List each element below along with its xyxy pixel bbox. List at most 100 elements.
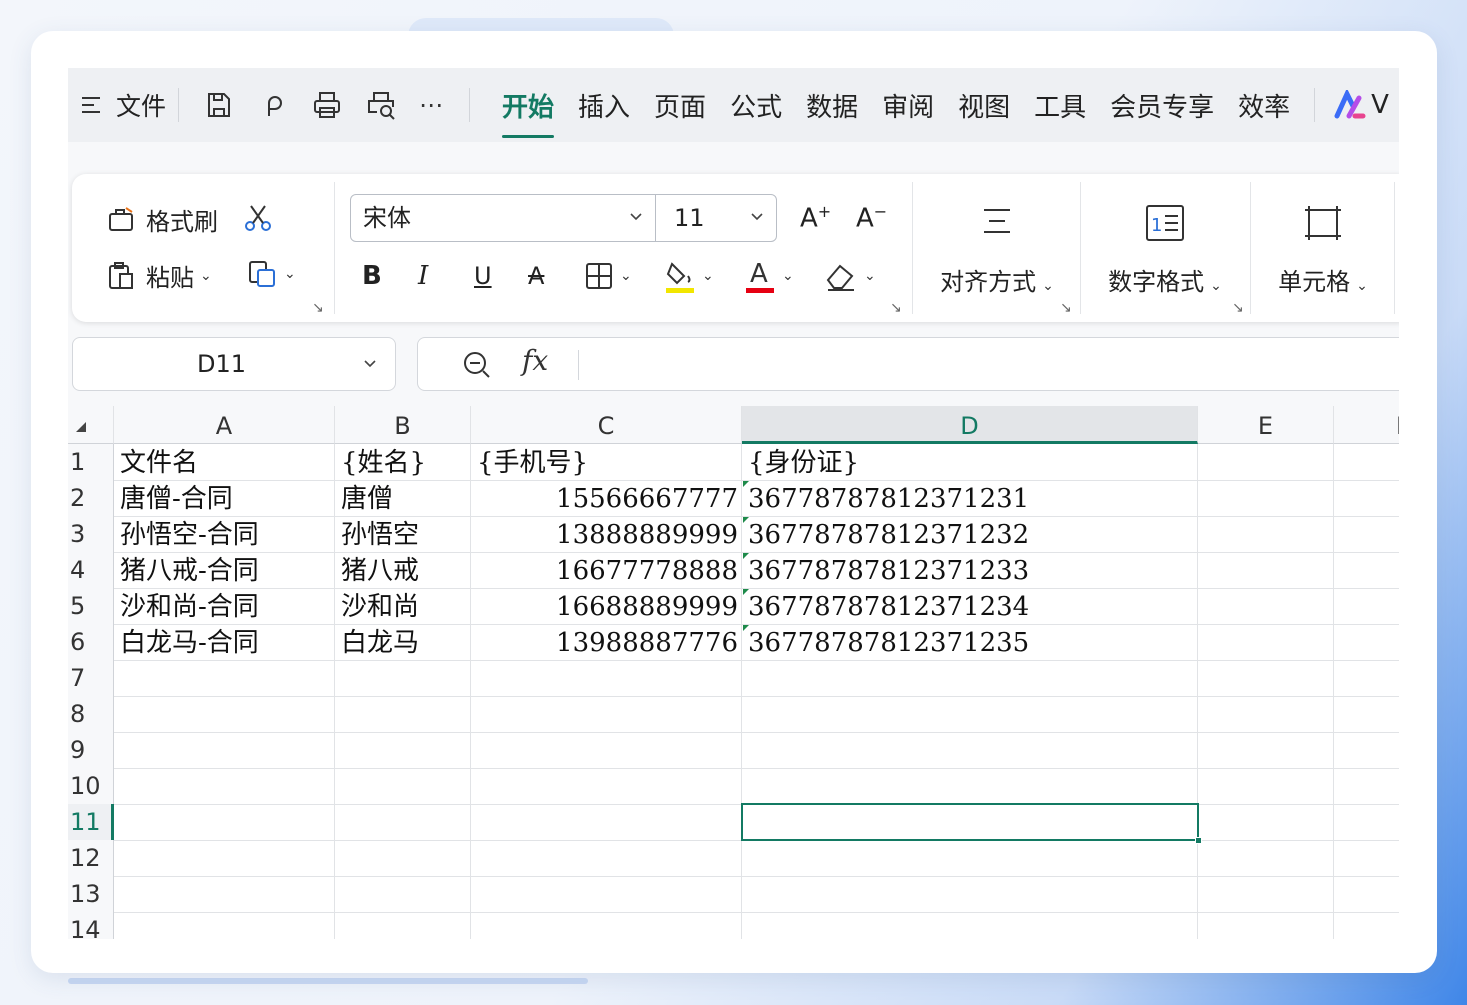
row-header-2[interactable]: 2 <box>68 480 114 516</box>
row-header-7[interactable]: 7 <box>68 660 114 696</box>
tab-tools[interactable]: 工具 <box>1034 81 1086 130</box>
font-size-dropdown[interactable]: 11 <box>656 195 776 241</box>
row-header-3[interactable]: 3 <box>68 516 114 552</box>
cell-b1[interactable]: {姓名} <box>335 444 471 480</box>
row-header-10[interactable]: 10 <box>68 768 114 804</box>
cell-b4[interactable]: 猪八戒 <box>335 552 471 588</box>
font-color-button[interactable]: A ⌄ <box>744 256 794 296</box>
row-header-6[interactable]: 6 <box>68 624 114 660</box>
tab-data[interactable]: 数据 <box>806 81 858 130</box>
column-header-e[interactable]: E <box>1198 406 1334 444</box>
cell-c5[interactable]: 16688889999 <box>471 588 742 624</box>
alignment-button[interactable]: 对齐方式 ⌄ <box>934 204 1060 297</box>
format-painter-button[interactable]: 格式刷 <box>106 202 218 237</box>
divider <box>469 88 471 122</box>
select-all-icon <box>76 422 86 432</box>
spreadsheet-app: 文件 ⋯ 开始 插入 页面 公式 数据 审阅 视图 工具 会员专享 效率 V 格… <box>68 68 1399 939</box>
print-preview-icon[interactable] <box>365 89 397 121</box>
tab-member[interactable]: 会员专享 <box>1110 81 1214 130</box>
undo-icon[interactable] <box>257 89 289 121</box>
cell-d3[interactable]: 36778787812371232 <box>742 516 1198 552</box>
number-dialog-launcher-icon[interactable]: ↘ <box>1232 300 1244 316</box>
italic-button[interactable]: I <box>418 256 428 296</box>
cell-a3[interactable]: 孙悟空-合同 <box>114 516 335 552</box>
column-header-c[interactable]: C <box>471 406 742 444</box>
tab-review[interactable]: 审阅 <box>882 81 934 130</box>
save-icon[interactable] <box>203 89 235 121</box>
cell-b3[interactable]: 孙悟空 <box>335 516 471 552</box>
cell-d1[interactable]: {身份证} <box>742 444 1198 480</box>
tab-formula[interactable]: 公式 <box>730 81 782 130</box>
ai-brand-button[interactable]: V <box>1333 90 1389 120</box>
chevron-down-icon: ⌄ <box>864 268 876 284</box>
cell-d2[interactable]: 36778787812371231 <box>742 480 1198 516</box>
cell-a1[interactable]: 文件名 <box>114 444 335 480</box>
bold-button[interactable]: B <box>362 256 382 296</box>
row-header-14[interactable]: 14 <box>68 912 114 939</box>
cell-c3[interactable]: 13888889999 <box>471 516 742 552</box>
cell-c6[interactable]: 13988887776 <box>471 624 742 660</box>
cell-a2[interactable]: 唐僧-合同 <box>114 480 335 516</box>
svg-text:1: 1 <box>1151 215 1162 236</box>
more-icon[interactable]: ⋯ <box>419 91 445 119</box>
formula-input[interactable] <box>594 350 1399 380</box>
select-all-corner[interactable] <box>68 406 114 444</box>
font-name-dropdown[interactable]: 宋体 <box>351 195 656 241</box>
fill-handle[interactable] <box>1195 837 1202 844</box>
row-header-9[interactable]: 9 <box>68 732 114 768</box>
fill-color-button[interactable]: ⌄ <box>664 256 714 296</box>
cell-d4[interactable]: 36778787812371233 <box>742 552 1198 588</box>
fx-icon[interactable]: fx <box>522 344 548 377</box>
underline-button[interactable]: U <box>474 256 492 296</box>
font-color-icon: A <box>746 259 774 293</box>
paste-button[interactable]: 粘贴 ⌄ <box>106 258 212 293</box>
tab-view[interactable]: 视图 <box>958 81 1010 130</box>
copy-button[interactable]: ⌄ <box>246 258 296 290</box>
alignment-dialog-launcher-icon[interactable]: ↘ <box>1060 300 1072 316</box>
tab-insert[interactable]: 插入 <box>578 81 630 130</box>
window-scroll-indicator <box>68 978 588 984</box>
cell-c2[interactable]: 15566667777 <box>471 480 742 516</box>
cell-b6[interactable]: 白龙马 <box>335 624 471 660</box>
font-dialog-launcher-icon[interactable]: ↘ <box>890 300 902 316</box>
strikethrough-button[interactable]: A <box>528 256 544 296</box>
row-header-1[interactable]: 1 <box>68 444 114 480</box>
cell-d5[interactable]: 36778787812371234 <box>742 588 1198 624</box>
increase-font-size-button[interactable]: A+ <box>800 202 831 234</box>
file-menu[interactable]: 文件 <box>82 87 166 123</box>
cell-c4[interactable]: 16677778888 <box>471 552 742 588</box>
decrease-font-size-button[interactable]: A− <box>856 202 887 234</box>
borders-button[interactable]: ⌄ <box>584 256 632 296</box>
zoom-icon[interactable] <box>462 350 492 380</box>
cell-b5[interactable]: 沙和尚 <box>335 588 471 624</box>
row-header-5[interactable]: 5 <box>68 588 114 624</box>
column-header-b[interactable]: B <box>335 406 471 444</box>
tab-page[interactable]: 页面 <box>654 81 706 130</box>
cell-b2[interactable]: 唐僧 <box>335 480 471 516</box>
chevron-down-icon: ⌄ <box>702 268 714 284</box>
tab-home[interactable]: 开始 <box>502 81 555 138</box>
print-icon[interactable] <box>311 89 343 121</box>
tab-efficiency[interactable]: 效率 <box>1238 81 1290 130</box>
row-header-11[interactable]: 11 <box>68 804 114 840</box>
cell-a6[interactable]: 白龙马-合同 <box>114 624 335 660</box>
cell-a4[interactable]: 猪八戒-合同 <box>114 552 335 588</box>
selected-cell-outline[interactable] <box>741 803 1202 844</box>
column-header-d[interactable]: D <box>742 406 1198 444</box>
spreadsheet-grid: ABCDEF123456789101112131415文件名{姓名}{手机号}{… <box>68 406 1399 939</box>
column-header-f[interactable]: F <box>1334 406 1399 444</box>
clear-format-button[interactable]: ⌄ <box>824 256 876 296</box>
row-header-8[interactable]: 8 <box>68 696 114 732</box>
cell-c1[interactable]: {手机号} <box>471 444 742 480</box>
clipboard-dialog-launcher-icon[interactable]: ↘ <box>312 300 324 316</box>
column-header-a[interactable]: A <box>114 406 335 444</box>
name-box[interactable]: D11 <box>72 337 396 391</box>
row-header-13[interactable]: 13 <box>68 876 114 912</box>
cell-d6[interactable]: 36778787812371235 <box>742 624 1198 660</box>
number-format-button[interactable]: 1 数字格式 ⌄ <box>1102 204 1228 297</box>
cut-button[interactable] <box>242 202 274 234</box>
row-header-12[interactable]: 12 <box>68 840 114 876</box>
cell-a5[interactable]: 沙和尚-合同 <box>114 588 335 624</box>
row-header-4[interactable]: 4 <box>68 552 114 588</box>
cell-button[interactable]: 单元格 ⌄ <box>1268 204 1378 297</box>
